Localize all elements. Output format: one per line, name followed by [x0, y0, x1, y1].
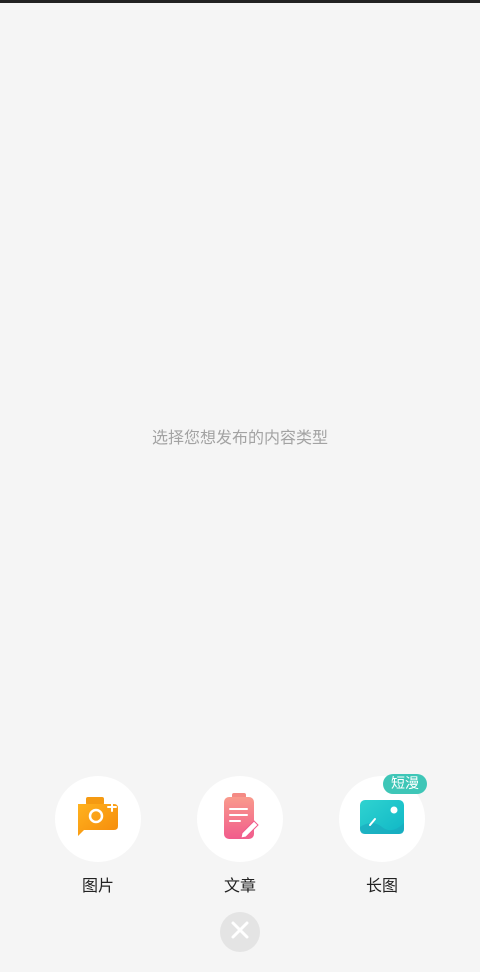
- camera-icon: [74, 795, 122, 843]
- option-image-circle[interactable]: [55, 776, 141, 862]
- close-button[interactable]: [220, 912, 260, 952]
- article-edit-icon: [220, 792, 260, 846]
- option-image-label: 图片: [81, 876, 114, 895]
- publish-type-screen: 选择您想发布的内容类型 图片 文章 短漫 长图: [0, 0, 480, 972]
- option-long-image-circle[interactable]: 短漫: [339, 774, 427, 862]
- option-article[interactable]: 文章: [195, 776, 285, 896]
- long-image-icon: [358, 797, 406, 841]
- option-image[interactable]: 图片: [53, 776, 143, 896]
- option-article-label: 文章: [223, 876, 256, 895]
- short-comic-badge: 短漫: [383, 774, 427, 794]
- close-icon: [230, 920, 250, 944]
- prompt-text: 选择您想发布的内容类型: [151, 428, 328, 447]
- option-long-image[interactable]: 短漫 长图: [337, 774, 427, 896]
- option-long-image-label: 长图: [365, 876, 398, 895]
- option-article-circle[interactable]: [197, 776, 283, 862]
